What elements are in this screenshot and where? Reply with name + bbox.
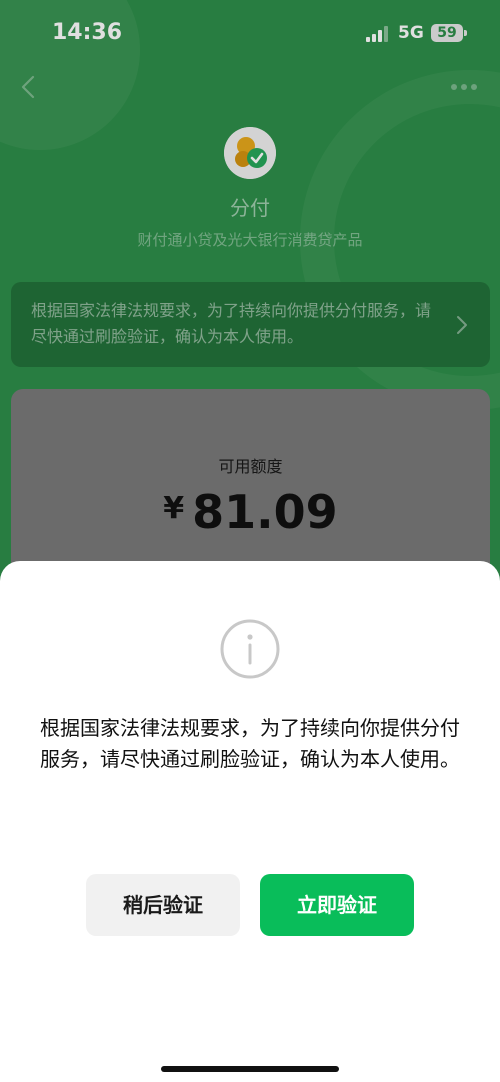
verification-dialog: 根据国家法律法规要求，为了持续向你提供分付服务，请尽快通过刷脸验证，确认为本人使… <box>0 561 500 1082</box>
verify-now-button[interactable]: 立即验证 <box>260 874 414 936</box>
dialog-message: 根据国家法律法规要求，为了持续向你提供分付服务，请尽快通过刷脸验证，确认为本人使… <box>40 716 460 771</box>
home-indicator[interactable] <box>161 1066 339 1072</box>
screen: 14:36 5G 59 分付 财付通小贷及光大银行消费贷产品 根据国家法律法规要… <box>0 0 500 1082</box>
info-icon <box>219 618 281 680</box>
verify-later-button[interactable]: 稍后验证 <box>86 874 240 936</box>
